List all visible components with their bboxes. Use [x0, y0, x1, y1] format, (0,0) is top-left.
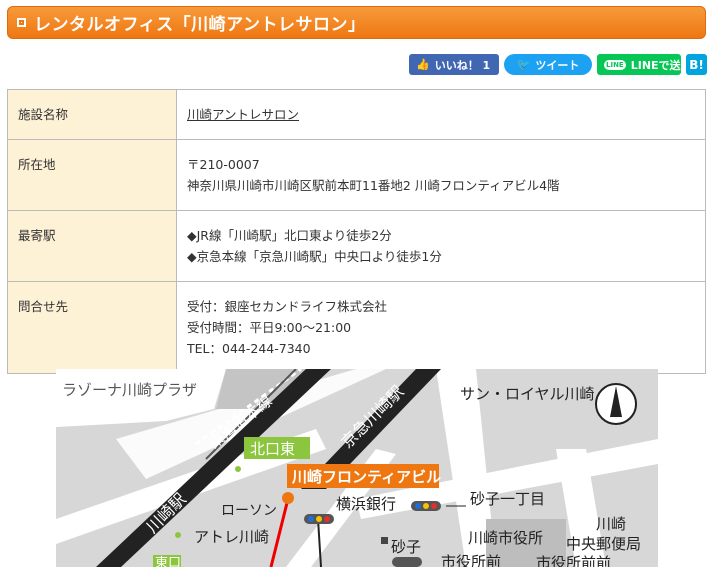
map-label-lazona: ラゾーナ川崎プラザ: [62, 381, 197, 399]
line-send-label: LINEで送る: [630, 58, 692, 72]
map-label-east-exit: 東口: [155, 555, 181, 567]
facebook-like-label: いいね！ 1: [434, 58, 491, 72]
facebook-like-button[interactable]: 👍 いいね！ 1: [409, 54, 499, 75]
map-label-atre: アトレ川崎: [194, 528, 269, 546]
map-label-frontier: 川崎フロンティアビル: [291, 468, 441, 486]
map-label-sunago1: 砂子一丁目: [470, 490, 545, 508]
line-icon: LINE: [604, 59, 626, 70]
map-label-lawson: ローソン: [221, 503, 277, 519]
line-send-button[interactable]: LINE LINEで送る: [597, 54, 692, 75]
row-label-address: 所在地: [7, 139, 177, 211]
contact-company: 受付：銀座セカンドライフ株式会社: [187, 299, 388, 314]
station-jr: ◆JR線「川崎駅」北口東より徒歩2分: [187, 228, 392, 243]
map-label-sun-royal: サン・ロイヤル川崎: [460, 385, 595, 403]
page-title: レンタルオフィス「川崎アントレサロン」: [34, 15, 366, 35]
table-row: 問合せ先 受付：銀座セカンドライフ株式会社 受付時間：平日9:00〜21:00 …: [7, 281, 706, 374]
map-label-city-hall-front: 市役所前: [441, 553, 501, 567]
twitter-tweet-label: ツイート: [535, 58, 580, 72]
thumbs-up-icon: 👍: [416, 58, 430, 71]
table-row: 最寄駅 ◆JR線「川崎駅」北口東より徒歩2分 ◆京急本線「京急川崎駅」中央口より…: [7, 210, 706, 282]
access-map: ラゾーナ川崎プラザ 東海道本線 京急川崎駅 サン・ロイヤル川崎 北口東 川崎フロ…: [56, 369, 658, 567]
row-label-contact: 問合せ先: [7, 281, 177, 374]
contact-phone: TEL：044-244-7340: [187, 341, 311, 356]
page-title-bar: レンタルオフィス「川崎アントレサロン」: [7, 6, 706, 39]
address-cell: 〒210-0007 神奈川県川崎市川崎区駅前本町11番地2 川崎フロンティアビル…: [176, 139, 706, 211]
table-row: 所在地 〒210-0007 神奈川県川崎市川崎区駅前本町11番地2 川崎フロンテ…: [7, 139, 706, 211]
map-label-kawasaki: 川崎: [596, 515, 626, 533]
postal-code: 〒210-0007: [187, 157, 260, 172]
facility-info-table: 施設名称 川崎アントレサロン 所在地 〒210-0007 神奈川県川崎市川崎区駅…: [7, 89, 706, 374]
map-label-sunago-front: 市役所前前: [536, 554, 611, 567]
map-label-sunago: 砂子: [391, 538, 421, 556]
contact-cell: 受付：銀座セカンドライフ株式会社 受付時間：平日9:00〜21:00 TEL：0…: [176, 281, 706, 374]
title-bullet-icon: [17, 18, 26, 27]
twitter-tweet-button[interactable]: 🐦 ツイート: [504, 54, 592, 75]
address-text: 神奈川県川崎市川崎区駅前本町11番地2 川崎フロンティアビル4階: [187, 178, 560, 193]
share-buttons: 👍 いいね！ 1 🐦 ツイート LINE LINEで送る B!: [409, 54, 707, 75]
facility-name-link[interactable]: 川崎アントレサロン: [187, 107, 299, 122]
row-label-facility-name: 施設名称: [7, 89, 177, 140]
map-label-post-office: 中央郵便局: [566, 535, 641, 553]
map-label-city-hall: 川崎市役所: [468, 529, 543, 547]
nearest-station-cell: ◆JR線「川崎駅」北口東より徒歩2分 ◆京急本線「京急川崎駅」中央口より徒歩1分: [176, 210, 706, 282]
twitter-bird-icon: 🐦: [516, 58, 531, 71]
hatena-bookmark-button[interactable]: B!: [686, 54, 707, 75]
row-label-nearest-station: 最寄駅: [7, 210, 177, 282]
map-label-yokohama-bank: 横浜銀行: [336, 495, 396, 513]
table-row: 施設名称 川崎アントレサロン: [7, 89, 706, 140]
map-label-kitaguchi-higashi: 北口東: [250, 440, 295, 458]
contact-hours: 受付時間：平日9:00〜21:00: [187, 320, 352, 335]
station-keikyu: ◆京急本線「京急川崎駅」中央口より徒歩1分: [187, 249, 442, 264]
facility-name-cell: 川崎アントレサロン: [176, 89, 706, 140]
